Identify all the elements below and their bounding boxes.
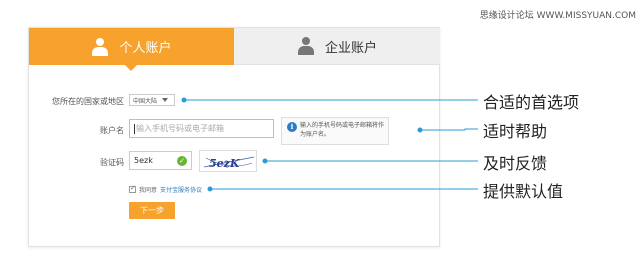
callout-default-selection: 合适的首选项: [483, 93, 580, 112]
callout-default-value: 提供默认值: [483, 182, 564, 201]
account-help-text: 输入的手机号码或电子邮箱将作为账户名。: [300, 122, 385, 138]
tab-personal-account[interactable]: 个人账户: [29, 28, 234, 65]
account-placeholder: 输入手机号码或电子邮箱: [136, 124, 224, 133]
account-input[interactable]: 输入手机号码或电子邮箱: [129, 119, 274, 138]
person-icon: [91, 37, 109, 56]
check-circle-icon: ✓: [177, 156, 187, 166]
agreement-prefix: 我同意: [139, 187, 158, 194]
account-label: 账户名: [100, 126, 124, 135]
tab-enterprise-label: 企业账户: [324, 40, 377, 56]
captcha-value: 5ezk: [134, 156, 153, 165]
country-value: 中国大陆: [133, 97, 158, 105]
active-tab-pointer: [125, 65, 137, 71]
agreement-row: 我同意 支付宝服务协议: [129, 184, 202, 194]
captcha-label: 验证码: [100, 158, 124, 167]
callout-timely-help: 适时帮助: [483, 122, 548, 141]
country-select[interactable]: 中国大陆: [129, 94, 175, 106]
callout-timely-feedback: 及时反馈: [483, 154, 548, 173]
agreement-link[interactable]: 支付宝服务协议: [160, 185, 202, 194]
captcha-image[interactable]: 5ezK: [199, 150, 257, 172]
info-icon: i: [287, 122, 297, 132]
account-help-tip: i 输入的手机号码或电子邮箱将作为账户名。: [281, 117, 389, 145]
country-label: 您所在的国家或地区: [52, 97, 124, 106]
tab-enterprise-account[interactable]: 企业账户: [234, 28, 440, 65]
captcha-input[interactable]: 5ezk ✓: [129, 151, 192, 170]
chevron-down-icon: [162, 98, 169, 102]
captcha-image-text: 5ezK: [209, 157, 240, 170]
next-step-button[interactable]: 下一步: [129, 202, 175, 219]
text-cursor: [134, 123, 135, 134]
agreement-checkbox[interactable]: [129, 184, 136, 193]
watermark: 思缘设计论坛 WWW.MISSYUAN.COM: [479, 11, 636, 21]
business-person-icon: [297, 37, 315, 55]
tab-personal-label: 个人账户: [119, 41, 172, 56]
